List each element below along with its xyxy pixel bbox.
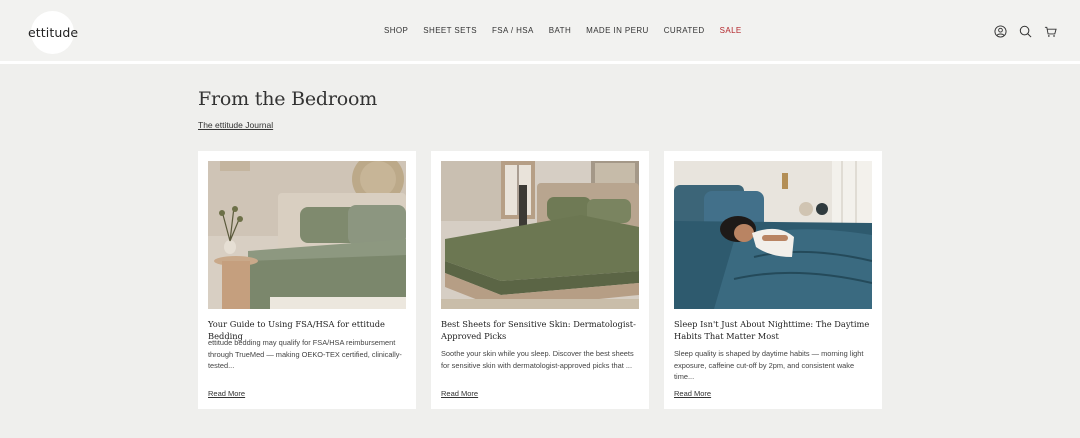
article-card[interactable]: Sleep Isn't Just About Nighttime: The Da… (664, 151, 882, 409)
read-more-link[interactable]: Read More (441, 389, 478, 398)
read-more-link[interactable]: Read More (674, 389, 711, 398)
article-title[interactable]: Best Sheets for Sensitive Skin: Dermatol… (441, 319, 641, 342)
article-card[interactable]: Your Guide to Using FSA/HSA for ettitude… (198, 151, 416, 409)
read-more-link[interactable]: Read More (208, 389, 245, 398)
search-icon[interactable] (1019, 25, 1032, 38)
journal-link[interactable]: The ettitude Journal (198, 120, 273, 130)
nav-sheet-sets[interactable]: SHEET SETS (423, 26, 477, 35)
article-excerpt: Sleep quality is shaped by daytime habit… (674, 349, 864, 382)
cart-icon[interactable] (1044, 25, 1057, 38)
logo-text: ettitude (28, 25, 79, 40)
nav-shop[interactable]: SHOP (384, 26, 408, 35)
header-icons (994, 25, 1057, 38)
article-card[interactable]: Best Sheets for Sensitive Skin: Dermatol… (431, 151, 649, 409)
article-image-sage-bedroom[interactable] (208, 161, 406, 309)
nav-made-in-peru[interactable]: MADE IN PERU (586, 26, 649, 35)
nav-fsa-hsa[interactable]: FSA / HSA (492, 26, 534, 35)
main-nav: SHOP SHEET SETS FSA / HSA BATH MADE IN P… (384, 26, 757, 35)
nav-curated[interactable]: CURATED (664, 26, 705, 35)
nav-sale[interactable]: SALE (720, 26, 742, 35)
brand-logo[interactable]: ettitude (28, 11, 78, 54)
article-excerpt: ettitude bedding may qualify for FSA/HSA… (208, 338, 402, 371)
account-icon[interactable] (994, 25, 1007, 38)
site-header: ettitude SHOP SHEET SETS FSA / HSA BATH … (0, 0, 1080, 64)
article-image-olive-bed[interactable] (441, 161, 639, 309)
article-excerpt: Soothe your skin while you sleep. Discov… (441, 349, 634, 370)
article-title[interactable]: Sleep Isn't Just About Nighttime: The Da… (674, 319, 874, 342)
section-title: From the Bedroom (198, 88, 378, 110)
article-image-sleeping-woman[interactable] (674, 161, 872, 309)
nav-bath[interactable]: BATH (549, 26, 571, 35)
